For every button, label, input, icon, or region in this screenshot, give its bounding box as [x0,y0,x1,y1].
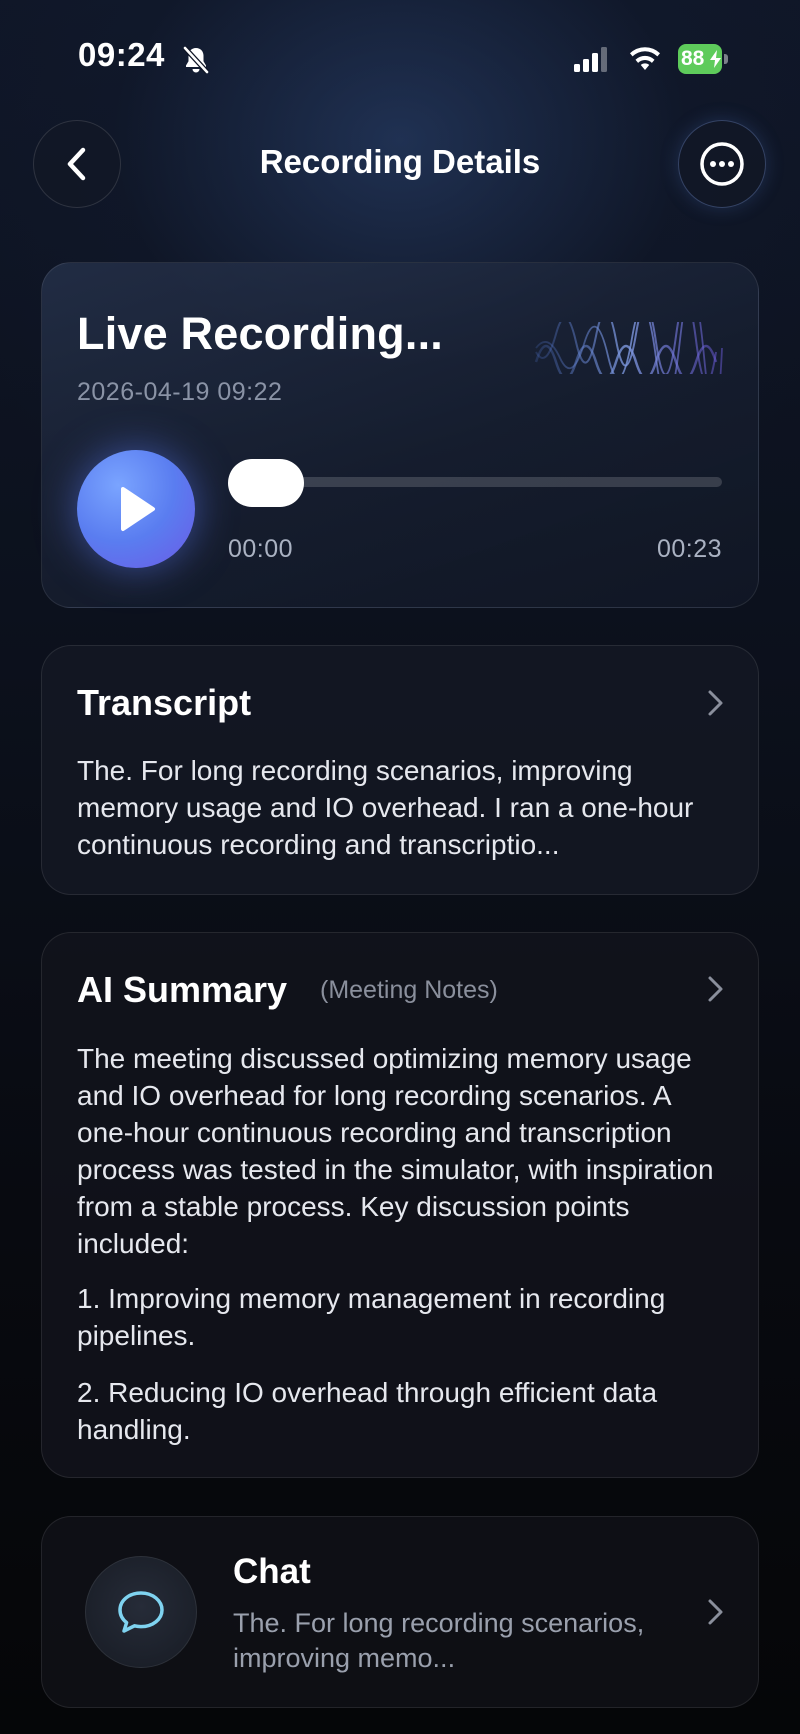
chevron-right-icon [708,976,723,1002]
chat-title: Chat [233,1552,311,1591]
current-time: 00:00 [228,535,294,563]
page-title: Recording Details [259,143,541,180]
battery-tip [724,54,728,64]
summary-point: 1. Improving memory management in record… [77,1283,666,1351]
chat-preview: The. For long recording scenarios, impro… [233,1608,645,1673]
summary-point: 2. Reducing IO overhead through efficien… [77,1377,658,1445]
ai-summary-title: AI Summary [77,969,288,1010]
ellipsis-circle-icon [700,142,744,186]
recording-title: Live Recording... [77,308,443,359]
transcript-title: Transcript [77,682,252,723]
transcript-preview: The. For long recording scenarios, impro… [77,755,694,860]
battery-indicator: 88 [678,44,728,74]
total-duration: 00:23 [656,535,722,563]
chevron-left-icon [67,147,86,181]
play-icon [121,487,155,531]
summary-paragraph: The meeting discussed optimizing memory … [77,1043,714,1259]
back-button[interactable] [33,120,121,208]
chat-bubble-icon [118,1591,164,1633]
playback-scrubber-handle[interactable] [228,459,304,507]
chevron-right-icon [708,690,723,716]
play-button[interactable] [77,450,195,568]
waveform-icon [534,322,723,374]
battery-charging-icon [710,50,721,68]
chat-icon-container [85,1556,197,1668]
more-options-button[interactable] [678,120,766,208]
wifi-icon [630,47,660,70]
chevron-right-icon [708,1599,723,1625]
recording-date: 2026-04-19 09:22 [77,378,283,406]
status-time: 09:24 [78,36,165,73]
bell-slash-icon [183,46,209,74]
summary-template-tag: (Meeting Notes) [320,976,498,1004]
cellular-signal-icon [574,47,607,72]
